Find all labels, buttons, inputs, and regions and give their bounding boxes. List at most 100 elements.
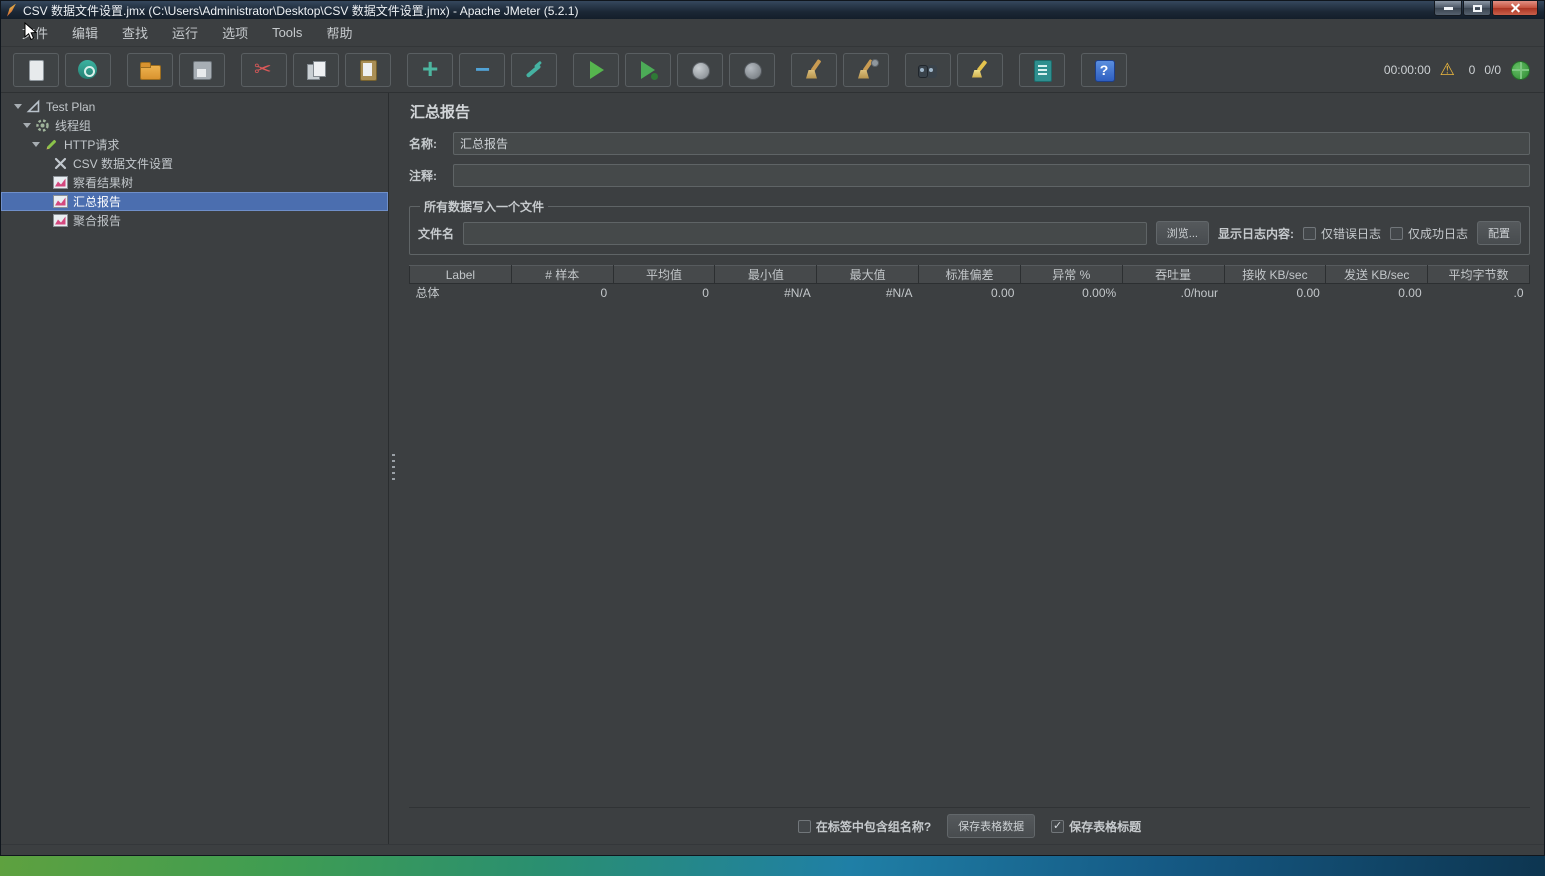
open-folder-icon bbox=[137, 57, 163, 83]
open-button[interactable] bbox=[127, 53, 173, 87]
listener-chart-icon bbox=[53, 194, 68, 209]
table-footer: 在标签中包含组名称? 保存表格数据 保存表格标题 bbox=[409, 807, 1530, 844]
toggle-icon bbox=[521, 57, 547, 83]
paste-clipboard-icon bbox=[355, 57, 381, 83]
collapse-all-button[interactable] bbox=[459, 53, 505, 87]
errors-only-checkbox[interactable]: 仅错误日志 bbox=[1303, 225, 1381, 242]
warning-count: 0 bbox=[1469, 63, 1476, 77]
save-table-header-label: 保存表格标题 bbox=[1069, 818, 1141, 835]
splitter-grip-icon bbox=[392, 454, 395, 484]
minimize-button[interactable] bbox=[1434, 1, 1462, 16]
write-results-group-title: 所有数据写入一个文件 bbox=[420, 198, 548, 215]
toolbar-group-file bbox=[13, 53, 111, 87]
menu-run[interactable]: 运行 bbox=[161, 19, 209, 46]
start-no-pauses-button[interactable] bbox=[625, 53, 671, 87]
menubar: 文件 编辑 查找 运行 选项 Tools 帮助 bbox=[1, 19, 1544, 47]
csv-config-icon bbox=[53, 156, 68, 171]
tree-item-aggregate-report[interactable]: 聚合报告 bbox=[1, 211, 388, 230]
expand-all-button[interactable] bbox=[407, 53, 453, 87]
clear-all-button[interactable] bbox=[843, 53, 889, 87]
comment-input[interactable] bbox=[453, 164, 1530, 187]
clear-button[interactable] bbox=[791, 53, 837, 87]
tree-item-http-request[interactable]: HTTP请求 bbox=[1, 135, 388, 154]
shutdown-icon bbox=[739, 57, 765, 83]
cell-throughput: .0/hour bbox=[1122, 284, 1224, 302]
cell-stddev: 0.00 bbox=[919, 284, 1021, 302]
tree-item-label: 汇总报告 bbox=[73, 193, 121, 210]
save-table-header-checkbox[interactable]: 保存表格标题 bbox=[1051, 818, 1141, 835]
success-only-checkbox[interactable]: 仅成功日志 bbox=[1390, 225, 1468, 242]
mouse-cursor bbox=[24, 22, 37, 46]
include-group-name-checkbox[interactable]: 在标签中包含组名称? bbox=[798, 818, 931, 835]
menu-help[interactable]: 帮助 bbox=[315, 19, 363, 46]
include-group-name-label: 在标签中包含组名称? bbox=[816, 818, 931, 835]
close-button[interactable] bbox=[1492, 1, 1538, 16]
tree-item-test-plan[interactable]: Test Plan bbox=[1, 97, 388, 116]
cell-average: 0 bbox=[613, 284, 715, 302]
search-reset-icon bbox=[967, 57, 993, 83]
filename-label: 文件名 bbox=[418, 225, 454, 242]
menu-options[interactable]: 选项 bbox=[211, 19, 259, 46]
copy-icon bbox=[303, 57, 329, 83]
expand-arrow-icon[interactable] bbox=[29, 138, 42, 151]
screen: CSV 数据文件设置.jmx (C:\Users\Administrator\D… bbox=[0, 0, 1545, 876]
menu-search[interactable]: 查找 bbox=[111, 19, 159, 46]
checkbox-icon bbox=[1390, 227, 1403, 240]
listener-chart-icon bbox=[53, 175, 68, 190]
expand-arrow-icon[interactable] bbox=[11, 100, 24, 113]
window-title: CSV 数据文件设置.jmx (C:\Users\Administrator\D… bbox=[23, 2, 1433, 19]
menu-edit[interactable]: 编辑 bbox=[61, 19, 109, 46]
cell-avg-bytes: .0 bbox=[1428, 284, 1530, 302]
shutdown-button[interactable] bbox=[729, 53, 775, 87]
filename-input[interactable] bbox=[463, 222, 1147, 245]
maximize-icon bbox=[1473, 5, 1482, 12]
listener-chart-icon bbox=[53, 213, 68, 228]
tree-item-summary-report[interactable]: 汇总报告 bbox=[1, 192, 388, 211]
cell-samples: 0 bbox=[511, 284, 613, 302]
toolbar-group-search bbox=[905, 53, 1003, 87]
paste-button[interactable] bbox=[345, 53, 391, 87]
expand-arrow-icon[interactable] bbox=[20, 119, 33, 132]
name-label: 名称: bbox=[409, 135, 453, 152]
search-button[interactable] bbox=[905, 53, 951, 87]
clear-broom-icon bbox=[801, 57, 827, 83]
toggle-button[interactable] bbox=[511, 53, 557, 87]
save-button[interactable] bbox=[179, 53, 225, 87]
jmeter-logo-icon bbox=[7, 4, 16, 17]
help-button[interactable] bbox=[1081, 53, 1127, 87]
function-helper-button[interactable] bbox=[1019, 53, 1065, 87]
tree-item-view-results-tree[interactable]: 察看结果树 bbox=[1, 173, 388, 192]
warning-icon[interactable] bbox=[1440, 60, 1460, 80]
start-button[interactable] bbox=[573, 53, 619, 87]
window-controls bbox=[1433, 1, 1544, 19]
panel-title: 汇总报告 bbox=[409, 99, 1530, 132]
maximize-button[interactable] bbox=[1463, 1, 1491, 16]
elapsed-timer: 00:00:00 bbox=[1384, 63, 1431, 77]
tree-item-label: 察看结果树 bbox=[73, 174, 133, 191]
templates-button[interactable] bbox=[65, 53, 111, 87]
save-table-data-button[interactable]: 保存表格数据 bbox=[947, 814, 1035, 838]
copy-button[interactable] bbox=[293, 53, 339, 87]
test-plan-icon bbox=[26, 99, 41, 114]
browse-button[interactable]: 浏览... bbox=[1156, 221, 1209, 245]
name-row: 名称: bbox=[409, 132, 1530, 155]
tree-splitter[interactable] bbox=[389, 93, 398, 844]
clear-all-broom-icon bbox=[853, 57, 879, 83]
thread-group-gear-icon bbox=[35, 118, 50, 133]
col-samples: # 样本 bbox=[511, 266, 613, 284]
summary-table: Label # 样本 平均值 最小值 最大值 标准偏差 异常 % 吞吐量 接收 … bbox=[409, 265, 1530, 301]
new-button[interactable] bbox=[13, 53, 59, 87]
tree-item-thread-group[interactable]: 线程组 bbox=[1, 116, 388, 135]
checkbox-icon bbox=[798, 820, 811, 833]
desktop-wallpaper-strip bbox=[0, 856, 1545, 876]
name-input[interactable] bbox=[453, 132, 1530, 155]
table-row-total[interactable]: 总体 0 0 #N/A #N/A 0.00 0.00% .0/hour 0.00… bbox=[410, 284, 1530, 302]
tree-item-csv-data-set[interactable]: CSV 数据文件设置 bbox=[1, 154, 388, 173]
col-label: Label bbox=[410, 266, 512, 284]
cut-button[interactable] bbox=[241, 53, 287, 87]
menu-tools[interactable]: Tools bbox=[261, 21, 313, 44]
search-reset-button[interactable] bbox=[957, 53, 1003, 87]
success-only-label: 仅成功日志 bbox=[1408, 225, 1468, 242]
stop-button[interactable] bbox=[677, 53, 723, 87]
configure-button[interactable]: 配置 bbox=[1477, 221, 1521, 245]
